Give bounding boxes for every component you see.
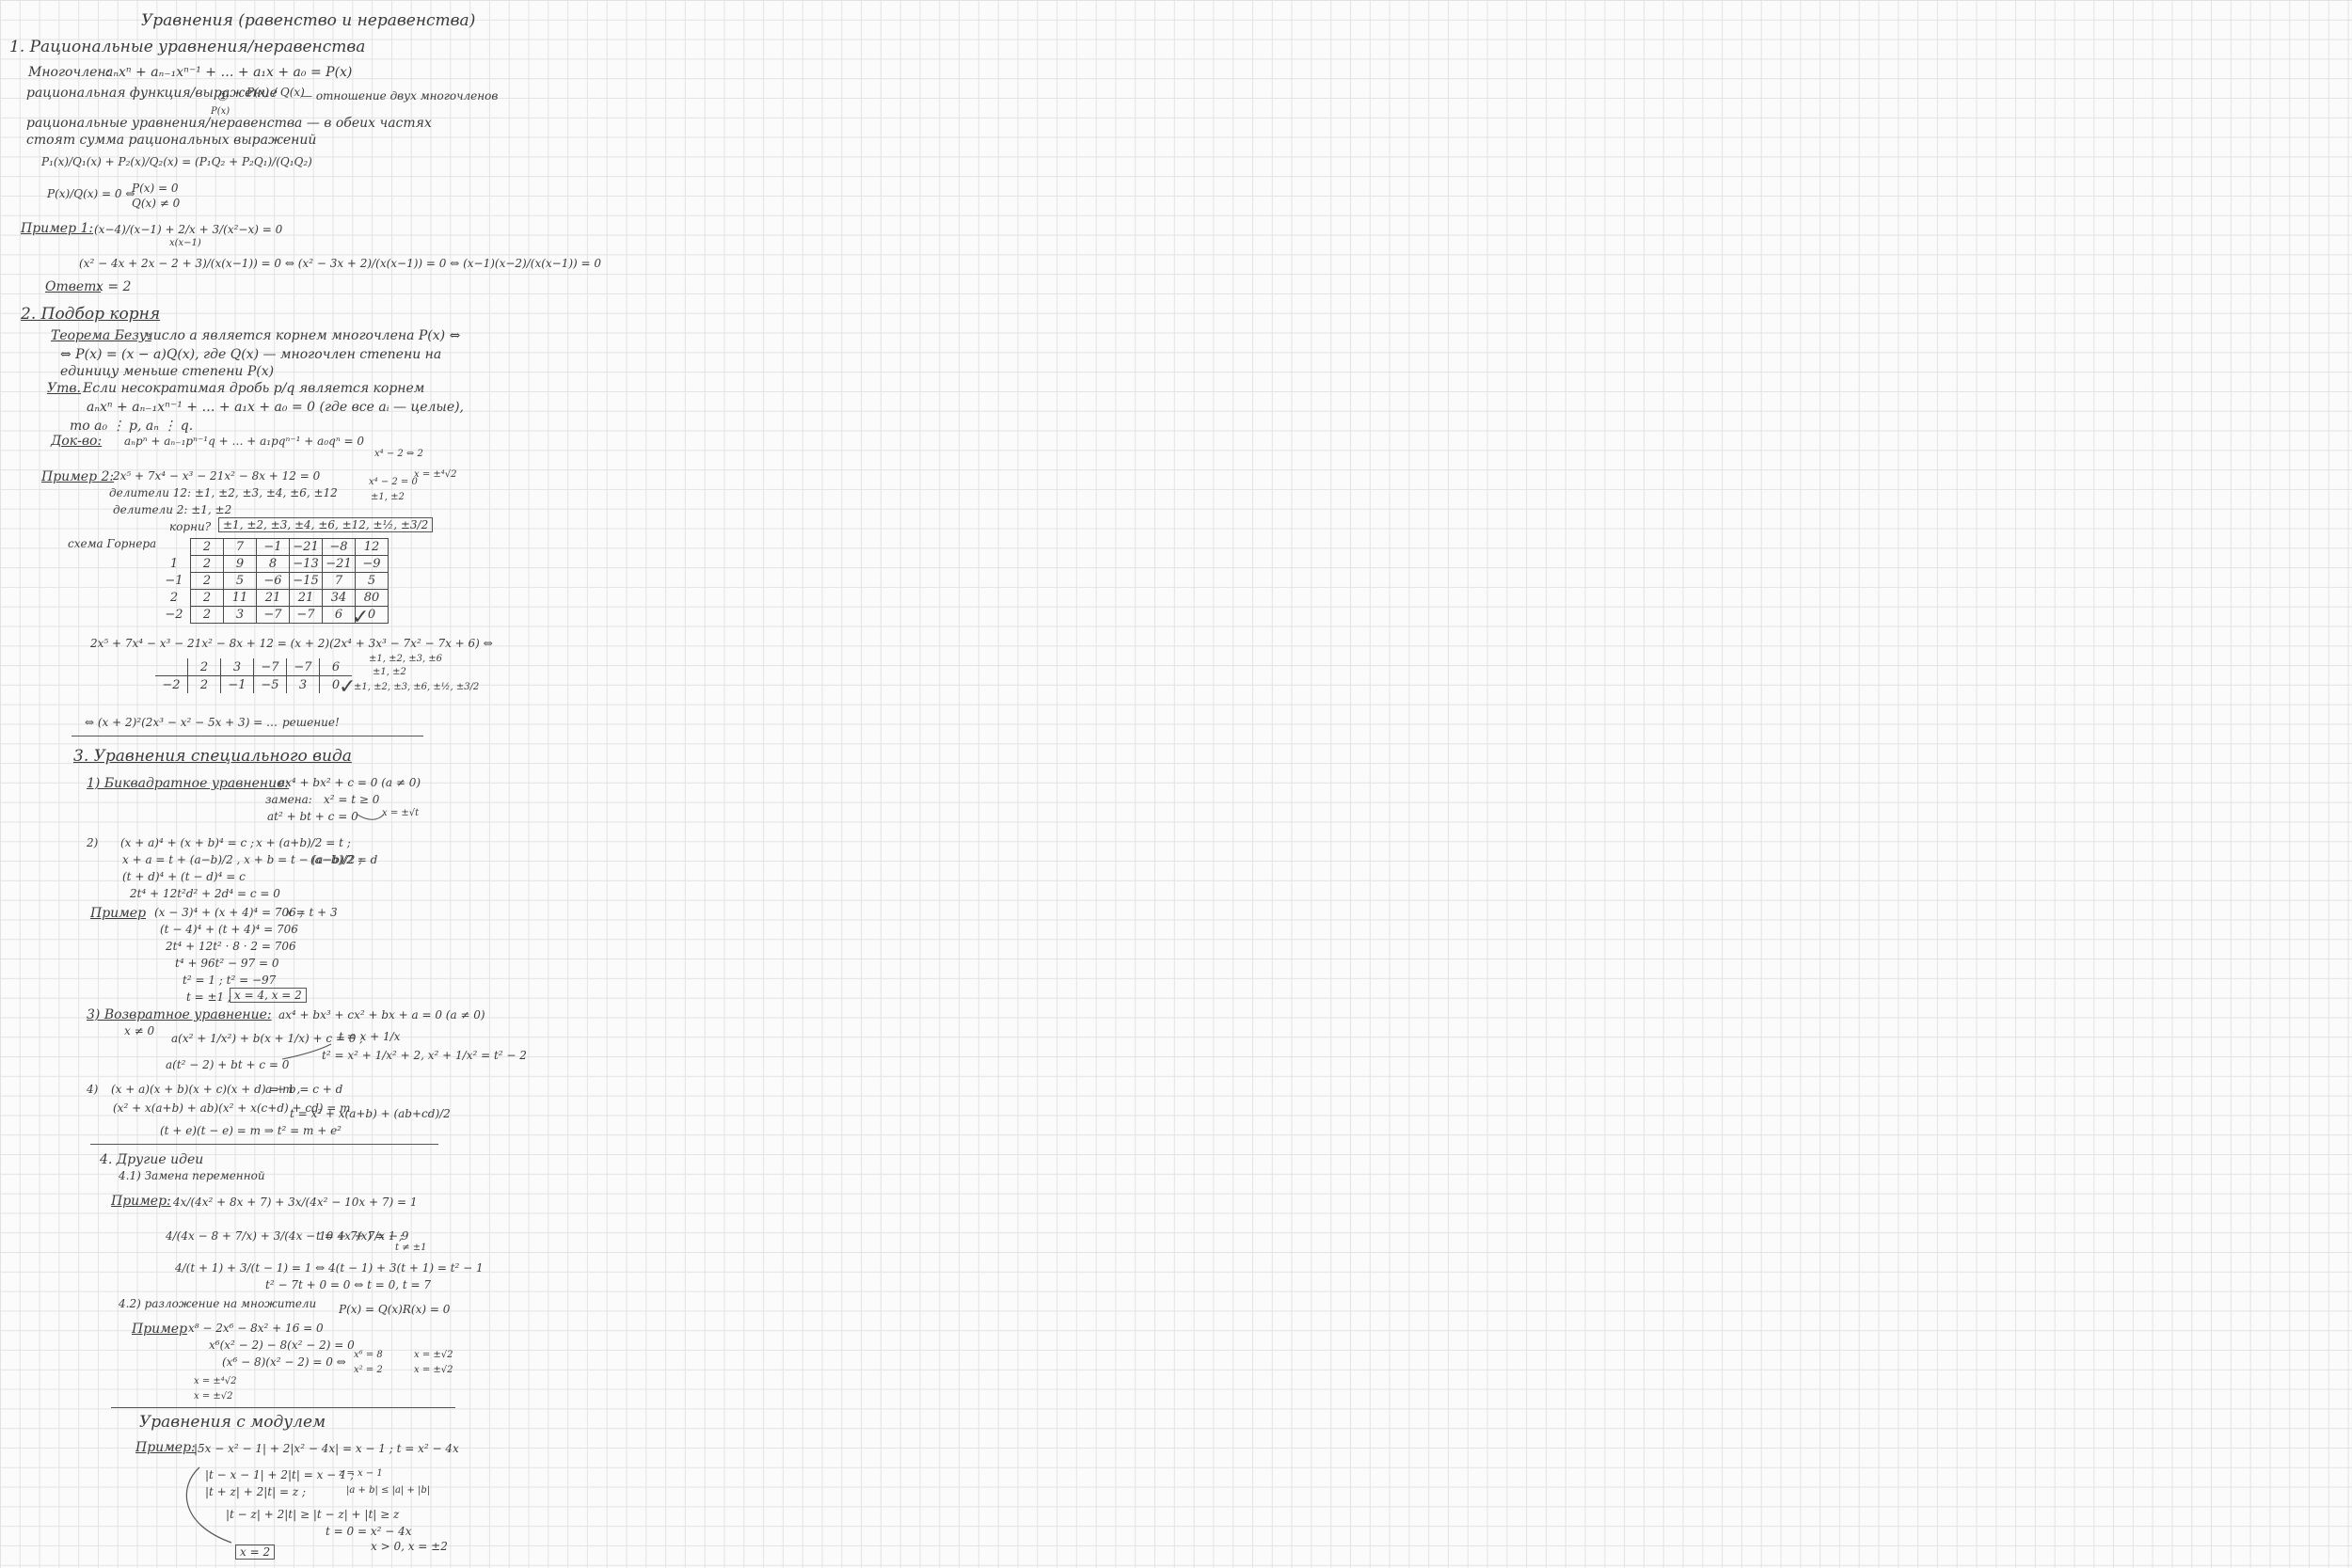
- curved-arrow: [357, 814, 385, 820]
- arrows-overlay: [185, 814, 385, 1544]
- curved-arrow: [185, 1466, 232, 1544]
- curved-arrow: [281, 1043, 332, 1060]
